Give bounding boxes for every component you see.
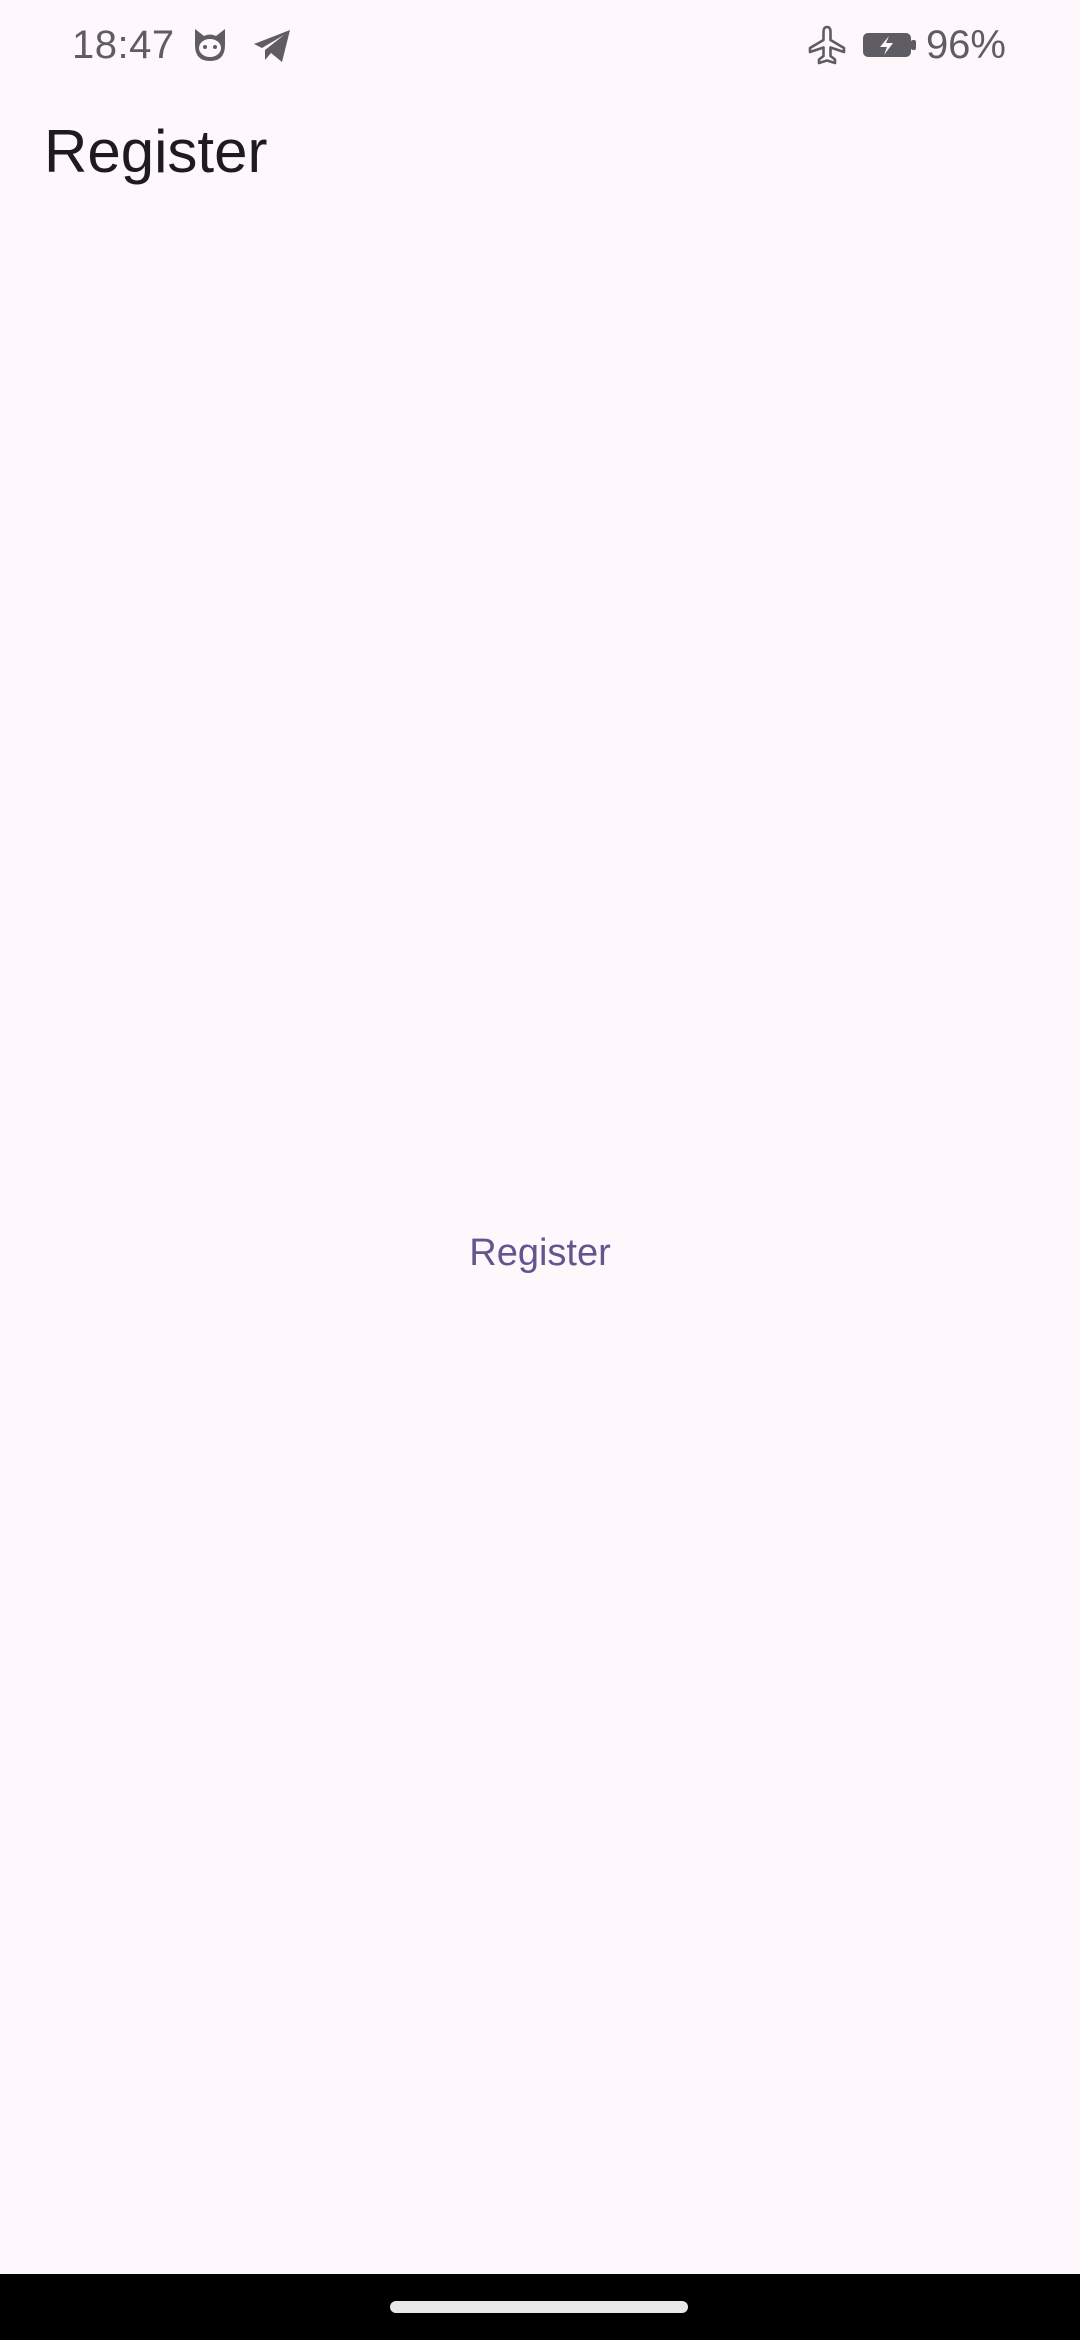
page-title: Register bbox=[44, 118, 268, 185]
register-button[interactable]: Register bbox=[420, 1214, 660, 1292]
home-gesture-handle[interactable] bbox=[390, 2301, 688, 2313]
battery-charging-icon bbox=[863, 33, 916, 57]
airplane-mode-icon bbox=[808, 25, 846, 65]
battery-percent: 96% bbox=[925, 23, 1006, 67]
cat-face-icon bbox=[195, 29, 225, 61]
status-bar: 18:47 96% bbox=[0, 0, 1080, 90]
status-time: 18:47 bbox=[72, 23, 175, 67]
telegram-icon bbox=[254, 30, 290, 62]
